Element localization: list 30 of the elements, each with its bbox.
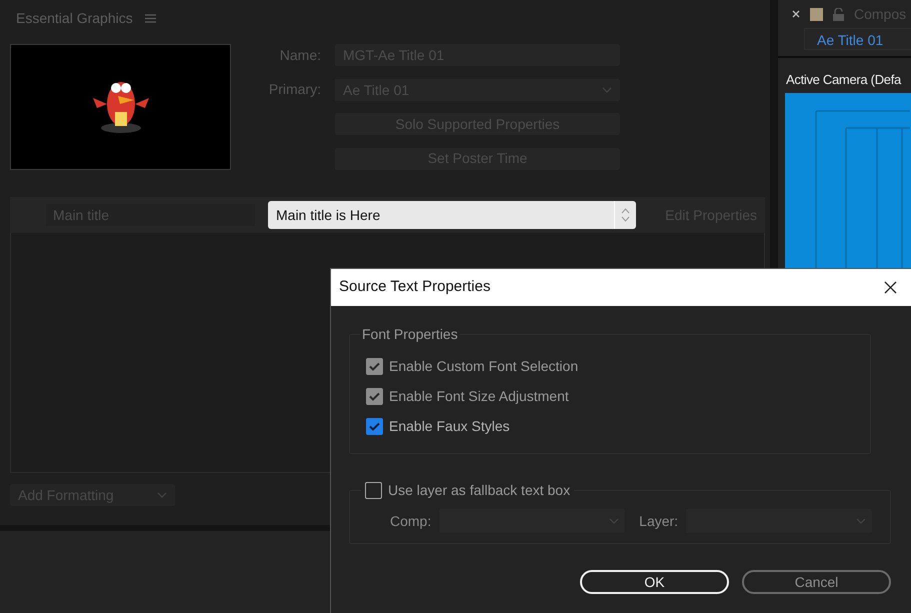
- check-icon: [369, 362, 380, 370]
- square-icon: [810, 8, 823, 21]
- dialog-title: Source Text Properties: [339, 277, 490, 298]
- option-label: Enable Font Size Adjustment: [389, 386, 569, 406]
- checkbox[interactable]: [366, 418, 383, 434]
- option-label: Enable Custom Font Selection: [389, 356, 578, 376]
- ok-button[interactable]: OK: [580, 570, 729, 594]
- chevron-down-icon: [602, 86, 612, 93]
- composition-tab[interactable]: Ae Title 01: [804, 28, 911, 50]
- panel-title: Essential Graphics: [16, 8, 133, 28]
- close-icon[interactable]: [884, 281, 897, 294]
- bird-drawing: [92, 82, 148, 132]
- option-label: Enable Faux Styles: [389, 416, 510, 436]
- spinner-icon[interactable]: [621, 207, 630, 223]
- field-label: Layer:: [639, 512, 678, 531]
- close-icon[interactable]: [792, 10, 800, 18]
- field-label: Comp:: [390, 512, 432, 531]
- check-icon: [369, 392, 380, 400]
- lock-icon[interactable]: [833, 8, 844, 21]
- cancel-button[interactable]: Cancel: [742, 570, 891, 594]
- chevron-down-icon: [157, 492, 167, 498]
- camera-label: Active Camera (Defa: [785, 70, 902, 89]
- check-icon: [369, 422, 380, 430]
- text-value-field[interactable]: Main title is Here: [268, 201, 636, 229]
- chevron-down-icon: [609, 518, 620, 524]
- group-label: Font Properties: [360, 326, 460, 342]
- option-label: Use layer as fallback text box: [388, 481, 570, 500]
- chevron-down-icon: [856, 518, 866, 524]
- checkbox[interactable]: [365, 482, 382, 499]
- menu-icon[interactable]: [144, 14, 156, 22]
